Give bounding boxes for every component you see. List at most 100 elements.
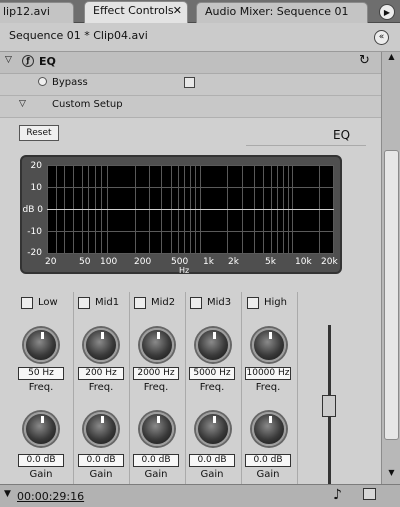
frequency-value[interactable]: 5000 Hz xyxy=(189,367,235,380)
band-name: High xyxy=(264,297,287,308)
tab-label: Audio Mixer: Sequence 01 xyxy=(205,5,349,18)
frequency-value[interactable]: 2000 Hz xyxy=(133,367,179,380)
frequency-value[interactable]: 50 Hz xyxy=(18,367,64,380)
y-tick-label: -20 xyxy=(27,248,42,258)
frequency-label: Freq. xyxy=(143,382,169,393)
frequency-knob[interactable] xyxy=(196,328,230,362)
frequency-value[interactable]: 10000 Hz xyxy=(245,367,291,380)
band-enable-checkbox[interactable] xyxy=(78,297,90,309)
divider xyxy=(246,145,366,146)
x-tick-label: 2k xyxy=(228,257,239,267)
gain-label: Gain xyxy=(256,469,280,480)
band-high: High 10000 Hz Freq. 0.0 dB Gain xyxy=(241,292,297,484)
disclosure-triangle-icon[interactable]: ▽ xyxy=(19,99,26,109)
gain-label: Gain xyxy=(29,469,53,480)
effect-controls-content: ▽ ƒ EQ ↻ Bypass ▽ Custom Setup Reset EQ xyxy=(0,52,381,484)
stopwatch-icon[interactable] xyxy=(38,77,47,86)
playhead-marker-icon: ▼ xyxy=(4,489,11,499)
band-divider xyxy=(297,292,298,484)
panel-menu-button[interactable]: ▶ xyxy=(379,4,395,20)
custom-setup-row: ▽ Custom Setup xyxy=(0,96,381,118)
band-enable-checkbox[interactable] xyxy=(247,297,259,309)
band-name: Mid1 xyxy=(95,297,120,308)
x-tick-label: 1k xyxy=(203,257,214,267)
frequency-knob[interactable] xyxy=(252,328,286,362)
export-icon[interactable] xyxy=(363,488,376,500)
reset-icon[interactable]: ↻ xyxy=(359,53,370,68)
band-enable-checkbox[interactable] xyxy=(21,297,33,309)
x-axis-unit: Hz xyxy=(179,266,190,275)
effect-row-eq: ▽ ƒ EQ ↻ xyxy=(0,52,381,74)
frequency-knob[interactable] xyxy=(84,328,118,362)
frequency-knob[interactable] xyxy=(140,328,174,362)
audio-solo-icon[interactable]: ♪ xyxy=(333,487,342,503)
frequency-label: Freq. xyxy=(28,382,54,393)
eq-plot-area xyxy=(47,165,334,254)
bypass-checkbox[interactable] xyxy=(184,77,195,88)
disclosure-triangle-icon[interactable]: ▽ xyxy=(5,55,12,65)
scrollbar-thumb[interactable] xyxy=(384,150,399,440)
x-tick-label: 100 xyxy=(100,257,118,267)
scroll-down-icon[interactable]: ▼ xyxy=(384,468,399,482)
band-mid3: Mid3 5000 Hz Freq. 0.0 dB Gain xyxy=(185,292,241,484)
tab-clip12[interactable]: lip12.avi xyxy=(0,2,74,23)
gain-knob[interactable] xyxy=(196,412,230,446)
frequency-label: Freq. xyxy=(255,382,281,393)
band-low: Low 50 Hz Freq. 0.0 dB Gain xyxy=(17,292,73,484)
tab-label: lip12.avi xyxy=(3,5,50,18)
collapse-timeline-button[interactable]: « xyxy=(374,30,389,45)
band-enable-checkbox[interactable] xyxy=(134,297,146,309)
gain-knob[interactable] xyxy=(24,412,58,446)
gain-knob[interactable] xyxy=(140,412,174,446)
x-tick-label: 10k xyxy=(295,257,312,267)
x-tick-label: 20 xyxy=(45,257,57,267)
gain-label: Gain xyxy=(144,469,168,480)
band-name: Mid3 xyxy=(207,297,232,308)
gain-value[interactable]: 0.0 dB xyxy=(133,454,179,467)
bypass-label: Bypass xyxy=(52,77,88,88)
reset-button[interactable]: Reset xyxy=(19,125,59,141)
gain-label: Gain xyxy=(89,469,113,480)
tab-label: Effect Controls xyxy=(93,4,174,17)
eq-response-graph: 20 10 dB 0 -10 -20 20 50 100 200 500 1k … xyxy=(20,155,342,275)
y-tick-label: -10 xyxy=(27,227,42,237)
frequency-label: Freq. xyxy=(88,382,114,393)
vertical-scrollbar[interactable]: ▲ ▼ xyxy=(381,52,400,484)
gain-value[interactable]: 0.0 dB xyxy=(78,454,124,467)
gain-value[interactable]: 0.0 dB xyxy=(18,454,64,467)
gain-value[interactable]: 0.0 dB xyxy=(189,454,235,467)
custom-setup-label: Custom Setup xyxy=(52,99,123,110)
gain-knob[interactable] xyxy=(252,412,286,446)
band-name: Mid2 xyxy=(151,297,176,308)
band-mid1: Mid1 200 Hz Freq. 0.0 dB Gain xyxy=(73,292,129,484)
sequence-title: Sequence 01 * Clip04.avi xyxy=(9,29,148,42)
eq-title: EQ xyxy=(333,128,351,142)
x-tick-label: 200 xyxy=(134,257,152,267)
panel-tab-bar: lip12.avi Effect Controls ✕ Audio Mixer:… xyxy=(0,0,400,23)
y-tick-label: 10 xyxy=(30,183,42,193)
response-curve xyxy=(47,209,334,210)
scroll-up-icon[interactable]: ▲ xyxy=(384,52,399,66)
tab-effect-controls[interactable]: Effect Controls ✕ xyxy=(84,1,188,23)
gain-label: Gain xyxy=(200,469,224,480)
current-timecode[interactable]: 00:00:29:16 xyxy=(17,490,84,503)
output-gain-slider-thumb[interactable] xyxy=(322,395,336,417)
band-enable-checkbox[interactable] xyxy=(190,297,202,309)
frequency-label: Freq. xyxy=(199,382,225,393)
gain-knob[interactable] xyxy=(84,412,118,446)
x-tick-label: 50 xyxy=(79,257,91,267)
fx-toggle-icon[interactable]: ƒ xyxy=(22,55,34,67)
band-mid2: Mid2 2000 Hz Freq. 0.0 dB Gain xyxy=(129,292,185,484)
frequency-value[interactable]: 200 Hz xyxy=(78,367,124,380)
band-name: Low xyxy=(38,297,58,308)
effect-name: EQ xyxy=(39,55,56,68)
bypass-row: Bypass xyxy=(0,74,381,96)
frequency-knob[interactable] xyxy=(24,328,58,362)
close-icon[interactable]: ✕ xyxy=(173,4,182,17)
tab-audio-mixer[interactable]: Audio Mixer: Sequence 01 xyxy=(196,2,368,23)
x-tick-label: 5k xyxy=(265,257,276,267)
y-tick-label: 20 xyxy=(30,161,42,171)
x-tick-label: 20k xyxy=(321,257,338,267)
y-tick-label: dB 0 xyxy=(22,205,43,215)
gain-value[interactable]: 0.0 dB xyxy=(245,454,291,467)
